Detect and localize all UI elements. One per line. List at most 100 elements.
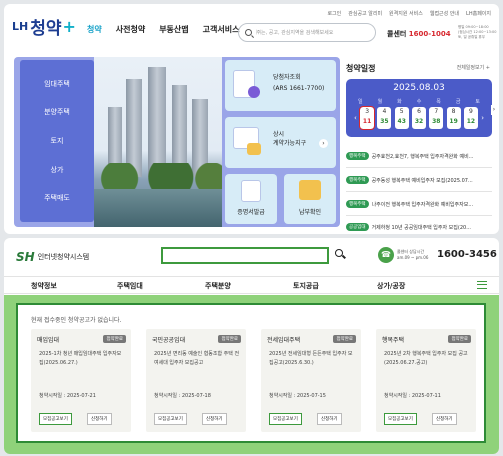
water-graphic [94, 189, 222, 227]
nav-item-apply[interactable]: 청약 [87, 24, 102, 35]
day-number: 6 [417, 108, 421, 115]
apply-button[interactable]: 신청하기 [317, 413, 342, 425]
apply-button[interactable]: 신청하기 [202, 413, 227, 425]
hours-line: 토, 일 공휴일 휴무 [458, 35, 485, 39]
store-title: 상시 [273, 131, 285, 138]
apply-button[interactable]: 신청하기 [432, 413, 457, 425]
certificate-card[interactable]: 증명서발급 [225, 174, 277, 224]
announcement-type: 매입임대 [37, 337, 60, 344]
winner-inquiry-card[interactable]: 당첨자조회 (ARS 1661-7700) [225, 60, 336, 111]
menu-item-house-sale[interactable]: 주택매도 [44, 193, 70, 203]
search-input[interactable]: ㈜는, 공고, 관심지역을 검색해보세요 [238, 23, 376, 42]
announcement-card[interactable]: 행복주택 접약완료 2025년 2차 행복주택 입주자 모집 공고(2025.0… [376, 329, 476, 432]
expand-tab-icon[interactable]: › [491, 105, 497, 115]
nav-item-pre-apply[interactable]: 사전청약 [116, 24, 145, 35]
menu-icon[interactable] [477, 281, 487, 289]
calendar-day[interactable]: 6 32 [412, 107, 426, 129]
sh-search-input[interactable] [161, 247, 329, 264]
check-badge-icon [248, 86, 260, 98]
announcement-area: 현재 접수중인 청약공고가 없습니다. 매입임대 접약완료 2025-1차 청년… [4, 295, 499, 454]
login-link[interactable]: 로그인 [327, 10, 341, 17]
nav-item-realestate-map[interactable]: 부동산맵 [159, 24, 188, 35]
day-count: 19 [449, 118, 458, 125]
calendar-days: ‹ 3 11 4 35 5 43 6 32 7 38 8 19 9 12 › [354, 106, 484, 130]
calendar-day[interactable]: 9 12 [463, 107, 478, 129]
schedule-notice[interactable]: 행복주택 공주효천2,효천7, 행복주택 입주자격완화 예비... [346, 152, 494, 160]
nav-item-shop[interactable]: 상가/공장 [377, 281, 405, 291]
announcement-desc: 2025년 2차 행복주택 입주자 모집 공고(2025.06.27.공고) [384, 351, 468, 366]
category-menu: 임대주택 분양주택 토지 상가 주택매도 [20, 60, 94, 222]
calendar-day[interactable]: 8 19 [446, 107, 461, 129]
nav-item-rental[interactable]: 주택임대 [117, 281, 143, 291]
winner-inquiry-ars: (ARS 1661-7700) [273, 85, 325, 92]
divider [346, 215, 492, 216]
menu-item-land[interactable]: 토지 [51, 136, 64, 146]
apply-button[interactable]: 신청하기 [87, 413, 112, 425]
city-photo [94, 57, 222, 227]
calendar-day[interactable]: 3 11 [359, 106, 376, 130]
logo-prefix: LH [12, 20, 29, 33]
announcement-desc: 2025-1차 청년 매입임대주택 입주자모집(2025.06.27.) [39, 351, 122, 366]
next-week-button[interactable]: › [481, 114, 484, 122]
menu-item-shop[interactable]: 상가 [51, 165, 64, 175]
call-number: 1600-1004 [408, 30, 451, 38]
announcement-type: 국민공공임대 [152, 337, 186, 344]
announcement-card[interactable]: 매입임대 접약완료 2025-1차 청년 매입임대주택 입주자모집(2025.0… [31, 329, 131, 432]
day-count: 38 [432, 118, 441, 125]
view-notice-button[interactable]: 모집공고보기 [384, 413, 417, 425]
call-label: 콜센터 [387, 30, 407, 38]
prev-week-button[interactable]: ‹ [354, 114, 357, 122]
day-count: 35 [380, 118, 389, 125]
lh-logo[interactable]: LH 청약 + [12, 14, 76, 39]
store-contract-card[interactable]: 상시 계약가능지구 › [225, 117, 336, 168]
nav-item-info[interactable]: 청약정보 [31, 281, 57, 291]
wallet-icon [299, 180, 321, 200]
schedule-notice[interactable]: 행복주택 나주이전 행복주택 입주자격완화 예비입주자모... [346, 200, 494, 208]
calendar-day[interactable]: 7 38 [429, 107, 444, 129]
view-notice-button[interactable]: 모집공고보기 [154, 413, 187, 425]
calendar-day[interactable]: 4 35 [377, 107, 392, 129]
nav-item-customer-service[interactable]: 고객서비스 [203, 24, 240, 35]
trees-graphic [94, 163, 222, 189]
sh-logo[interactable]: SH 인터넷청약시스템 [16, 250, 89, 264]
notice-badge: 행복주택 [346, 200, 369, 208]
view-notice-button[interactable]: 모집공고보기 [39, 413, 72, 425]
schedule-title: 청약일정 [346, 64, 376, 73]
weekday-row: 일 월 화 수 목 금 토 [358, 98, 480, 105]
announcement-date: 청약시작일 : 2025-07-18 [154, 393, 211, 399]
certificate-icon [241, 180, 261, 202]
payment-card[interactable]: 납부확인 [284, 174, 336, 224]
calendar-date: 2025.08.03 [393, 83, 445, 93]
schedule-notice[interactable]: 행복주택 공주동성 행복주택 예비입주자 모집(2025.07... [346, 176, 494, 184]
search-icon[interactable] [335, 249, 343, 257]
status-badge: 접약완료 [218, 335, 241, 343]
menu-item-rental[interactable]: 임대주택 [44, 79, 70, 89]
nav-item-sale[interactable]: 주택분양 [205, 281, 231, 291]
notice-text: 공주동성 행복주택 예비입주자 모집(2025.07... [371, 177, 473, 184]
utility-links: 로그인 관심공고 알리미 원격지원 서비스 웹접근성 안내 LH홈페이지 [327, 10, 491, 17]
view-notice-button[interactable]: 모집공고보기 [269, 413, 302, 425]
schedule-notice[interactable]: 공공임대 거제하청 10년 공공임대주택 입주자 모집(20... [346, 223, 494, 231]
payment-label: 납부확인 [298, 209, 322, 216]
day-count: 11 [362, 118, 372, 125]
weekday-label: 금 [455, 99, 461, 105]
day-number: 5 [399, 108, 404, 115]
lh-home-link[interactable]: LH홈페이지 [466, 10, 491, 17]
calendar-day[interactable]: 5 43 [394, 107, 409, 129]
announcement-card[interactable]: 국민공공임대 접약완료 2025년 면리동 예술인 협동조합 주택 전여세대 입… [146, 329, 246, 432]
menu-item-sale[interactable]: 분양주택 [44, 107, 70, 117]
announcement-card[interactable]: 전세임대주택 접약완료 2025년 전세임대형 든든주택 입주자 모집공고(20… [261, 329, 361, 432]
alert-link[interactable]: 관심공고 알리미 [348, 10, 382, 17]
status-badge: 접약완료 [103, 335, 126, 343]
store-subtitle: 계약가능지구 [273, 140, 307, 147]
day-number: 8 [451, 108, 456, 115]
sh-main-nav: 청약정보 주택임대 주택분양 토지공급 상가/공장 [4, 276, 499, 294]
schedule-panel: 청약일정 전체일정보기 + 2025.08.03 일 월 화 수 목 금 토 ‹… [346, 57, 497, 232]
status-badge: 접약완료 [333, 335, 356, 343]
search-icon [245, 29, 252, 36]
nav-item-land[interactable]: 토지공급 [293, 281, 319, 291]
accessibility-link[interactable]: 웹접근성 안내 [430, 10, 459, 17]
announcement-desc: 2025년 전세임대형 든든주택 입주자 모집공고(2025.6.30.) [269, 351, 353, 366]
view-all-schedule-link[interactable]: 전체일정보기 + [457, 64, 490, 71]
remote-support-link[interactable]: 원격지원 서비스 [389, 10, 423, 17]
